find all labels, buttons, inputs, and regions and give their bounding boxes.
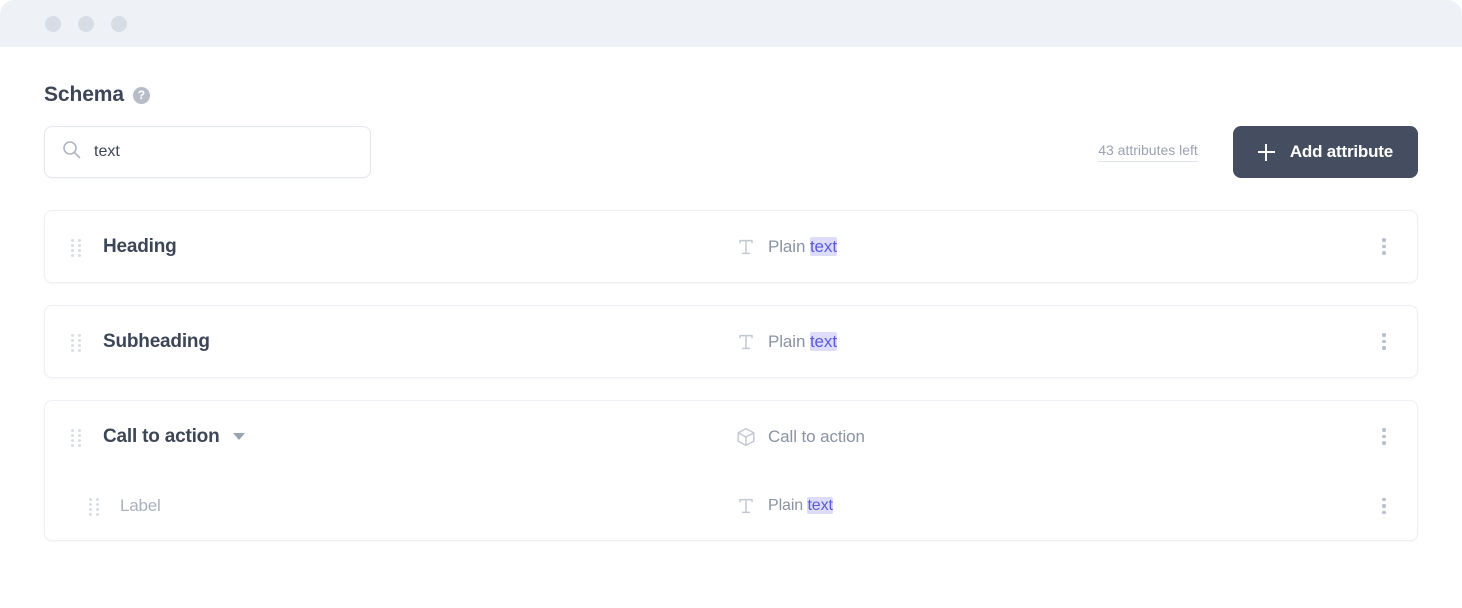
search-icon	[62, 140, 81, 164]
attribute-row[interactable]: Call to action Call to action	[45, 401, 1417, 472]
search-match-highlight: text	[807, 497, 833, 514]
app-window: Schema ? 43 attributes left Add attribut…	[0, 0, 1462, 608]
plain-text-icon	[739, 498, 753, 514]
kebab-menu-icon[interactable]	[1373, 426, 1395, 448]
attribute-name: Label	[120, 496, 161, 515]
search-field[interactable]	[44, 126, 371, 178]
kebab-menu-icon[interactable]	[1373, 331, 1395, 353]
help-circle-icon[interactable]: ?	[132, 86, 150, 104]
type-text: Plain	[768, 331, 810, 351]
schema-toolbar: 43 attributes left Add attribute	[44, 126, 1418, 178]
schema-panel: Schema ? 43 attributes left Add attribut…	[0, 47, 1462, 608]
attribute-type-label: Plain text	[768, 497, 833, 515]
toolbar-actions: 43 attributes left Add attribute	[1098, 126, 1418, 178]
window-dot-3[interactable]	[111, 15, 127, 32]
kebab-menu-icon[interactable]	[1373, 236, 1395, 258]
attribute-type-label: Plain text	[768, 236, 837, 257]
drag-handle-icon[interactable]	[71, 238, 81, 257]
window-dot-2[interactable]	[78, 15, 94, 32]
search-input[interactable]	[94, 143, 353, 161]
type-text: Plain	[768, 236, 810, 256]
attribute-card: Call to action Call to action Label Plain t…	[44, 400, 1418, 541]
attribute-type: Plain text	[735, 331, 837, 353]
search-match-highlight: text	[809, 331, 837, 351]
window-titlebar	[0, 0, 1462, 47]
plain-text-icon	[739, 239, 753, 254]
attribute-type-label: Call to action	[768, 427, 865, 447]
attributes-left-counter: 43 attributes left	[1098, 142, 1198, 163]
attribute-list: Heading Plain text Subheading Plain text Cal…	[44, 210, 1418, 541]
nested-attribute-row[interactable]: Label Plain text	[45, 472, 1417, 540]
plus-icon	[1257, 143, 1275, 161]
drag-handle-icon[interactable]	[89, 498, 99, 516]
page-title: Schema	[44, 83, 124, 106]
search-match-highlight: text	[809, 236, 837, 256]
attribute-type-label: Plain text	[768, 331, 837, 352]
attribute-name: Subheading	[103, 330, 210, 352]
drag-handle-icon[interactable]	[71, 333, 81, 352]
attribute-card: Heading Plain text	[44, 210, 1418, 283]
section-header: Schema ?	[44, 47, 1418, 107]
attribute-name: Call to action	[103, 425, 220, 447]
add-attribute-button[interactable]: Add attribute	[1232, 126, 1418, 178]
drag-handle-icon[interactable]	[71, 428, 81, 447]
attribute-row[interactable]: Subheading Plain text	[45, 306, 1417, 377]
window-dot-1[interactable]	[45, 15, 61, 32]
attribute-type: Plain text	[735, 495, 833, 517]
attribute-card: Subheading Plain text	[44, 305, 1418, 378]
attribute-row[interactable]: Heading Plain text	[45, 211, 1417, 282]
add-attribute-label: Add attribute	[1289, 142, 1393, 161]
attribute-type: Call to action	[735, 426, 865, 448]
object-cube-icon	[737, 427, 755, 446]
chevron-down-icon[interactable]	[232, 433, 245, 440]
attribute-type: Plain text	[735, 236, 837, 258]
type-text: Call to action	[768, 426, 865, 446]
plain-text-icon	[739, 334, 753, 349]
attribute-name: Heading	[103, 235, 177, 257]
kebab-menu-icon[interactable]	[1373, 495, 1395, 517]
type-text: Plain	[768, 497, 808, 514]
